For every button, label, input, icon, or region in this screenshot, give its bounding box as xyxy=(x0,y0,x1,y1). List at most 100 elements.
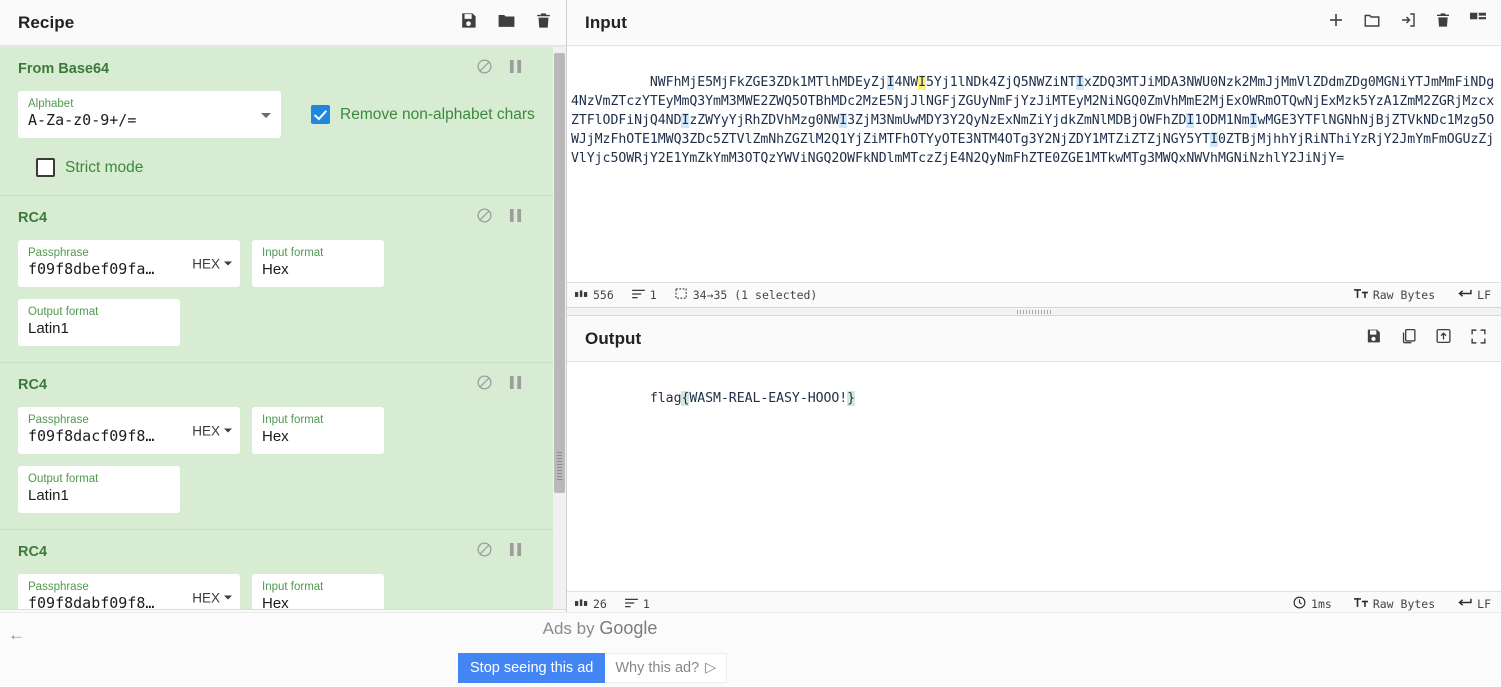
input-format-value: Hex xyxy=(262,261,289,278)
google-wordmark: Google xyxy=(599,618,658,638)
disable-operation-icon[interactable] xyxy=(476,207,493,229)
output-format-field[interactable]: Output format Latin1 xyxy=(18,466,180,513)
strict-mode-checkbox[interactable] xyxy=(36,158,55,177)
passphrase-field[interactable]: Passphrase f09f8dbef09fa… HEX xyxy=(18,240,240,287)
open-file-icon[interactable] xyxy=(1363,11,1381,34)
save-output-icon[interactable] xyxy=(1365,327,1382,350)
input-seg: 4NW xyxy=(894,75,919,91)
disable-operation-icon[interactable] xyxy=(476,58,493,80)
output-editor[interactable]: flag{WASM-REAL-EASY-HOOO!} xyxy=(567,362,1501,591)
lines-icon xyxy=(624,597,638,611)
input-format-value: Hex xyxy=(262,428,289,445)
passphrase-unit-dropdown[interactable]: HEX xyxy=(192,423,232,438)
splitter-grip xyxy=(1017,309,1051,314)
io-pane: Input NWFhMjE5MjFkZGE3ZDk1MTlhMDEyZjI4NW… xyxy=(567,0,1501,687)
add-input-tab-icon[interactable] xyxy=(1327,11,1345,34)
chevron-down-icon[interactable] xyxy=(261,112,271,118)
load-recipe-icon[interactable] xyxy=(496,11,517,35)
operation-arguments: Passphrase f09f8dabf09f8… HEX Input form… xyxy=(18,574,552,609)
operation-rc4-2[interactable]: RC4 Passphrase f09f8dacf09f8… HEX Input … xyxy=(0,363,566,530)
abc-icon xyxy=(575,597,588,611)
input-format-value: Hex xyxy=(262,595,289,609)
input-length-value: 556 xyxy=(593,288,614,302)
recipe-pane: Recipe From Base64 Alphabet A-Za-z0-9+/=… xyxy=(0,0,567,687)
input-text[interactable]: NWFhMjE5MjFkZGE3ZDk1MTlhMDEyZjI4NWI5Yj1l… xyxy=(571,54,1495,188)
alphabet-field[interactable]: Alphabet A-Za-z0-9+/= xyxy=(18,91,281,138)
operation-rc4-3[interactable]: RC4 Passphrase f09f8dabf09f8… HEX Input … xyxy=(0,530,566,609)
input-editor[interactable]: NWFhMjE5MjFkZGE3ZDk1MTlhMDEyZjI4NWI5Yj1l… xyxy=(567,46,1501,282)
output-format-label: Output format xyxy=(28,473,99,485)
disable-operation-icon[interactable] xyxy=(476,374,493,396)
input-encoding-value: Raw Bytes xyxy=(1372,288,1436,302)
open-folder-as-input-icon[interactable] xyxy=(1399,11,1417,34)
cyberchef-app: Recipe From Base64 Alphabet A-Za-z0-9+/=… xyxy=(0,0,1501,687)
output-text[interactable]: flag{WASM-REAL-EASY-HOOO!} xyxy=(571,370,1495,427)
why-this-ad-button[interactable]: Why this ad? ▷ xyxy=(605,653,728,683)
chevron-down-icon xyxy=(224,595,232,600)
maximise-output-icon[interactable] xyxy=(1470,328,1487,350)
lines-icon xyxy=(631,288,645,302)
recipe-scrollbar-grip[interactable] xyxy=(557,452,562,480)
input-seg-highlight: I xyxy=(1210,132,1218,148)
copy-output-icon[interactable] xyxy=(1400,327,1417,350)
breakpoint-operation-icon[interactable] xyxy=(509,375,522,395)
remove-non-alphabet-chars-checkbox[interactable] xyxy=(311,105,330,124)
input-section: Input NWFhMjE5MjFkZGE3ZDk1MTlhMDEyZjI4NW… xyxy=(567,0,1501,308)
input-format-field[interactable]: Input format Hex xyxy=(252,240,384,287)
passphrase-value: f09f8dbef09fa… xyxy=(28,260,155,278)
clock-icon xyxy=(1293,596,1306,612)
play-triangle-icon: ▷ xyxy=(705,660,717,676)
clear-input-icon[interactable] xyxy=(1435,11,1451,34)
ads-by-text: Ads by xyxy=(542,619,600,638)
passphrase-field[interactable]: Passphrase f09f8dabf09f8… HEX xyxy=(18,574,240,609)
save-recipe-icon[interactable] xyxy=(459,11,478,35)
input-header-icons xyxy=(1327,11,1487,34)
passphrase-unit-dropdown[interactable]: HEX xyxy=(192,590,232,605)
reset-pane-layout-icon[interactable] xyxy=(1469,12,1487,33)
recipe-header: Recipe xyxy=(0,0,566,46)
recipe-operations-list[interactable]: From Base64 Alphabet A-Za-z0-9+/= Remove… xyxy=(0,46,566,609)
output-format-label: Output format xyxy=(28,306,99,318)
passphrase-label: Passphrase xyxy=(28,581,89,593)
input-lines-value: 1 xyxy=(649,288,657,302)
breakpoint-operation-icon[interactable] xyxy=(509,208,522,228)
input-format-label: Input format xyxy=(262,247,324,259)
input-encoding-group[interactable]: Raw Bytes xyxy=(1353,288,1436,302)
output-header-icons xyxy=(1365,327,1487,350)
breakpoint-operation-icon[interactable] xyxy=(509,59,522,79)
io-splitter[interactable] xyxy=(567,308,1501,316)
recipe-scrollbar-thumb[interactable] xyxy=(554,53,565,493)
output-line-ending-value: LF xyxy=(1477,597,1491,611)
output-line-ending-group[interactable]: LF xyxy=(1457,597,1491,611)
alphabet-label: Alphabet xyxy=(28,98,74,110)
remove-non-alphabet-chars-row[interactable]: Remove non-alphabet chars xyxy=(311,91,535,138)
passphrase-field[interactable]: Passphrase f09f8dacf09f8… HEX xyxy=(18,407,240,454)
operation-arguments: Passphrase f09f8dacf09f8… HEX Input form… xyxy=(18,407,552,513)
input-line-ending-group[interactable]: LF xyxy=(1457,288,1491,302)
selection-icon xyxy=(675,287,688,303)
output-encoding-value: Raw Bytes xyxy=(1372,597,1436,611)
stop-seeing-this-ad-button[interactable]: Stop seeing this ad xyxy=(458,653,606,683)
passphrase-value: f09f8dabf09f8… xyxy=(28,594,155,609)
input-header: Input xyxy=(567,0,1501,46)
operation-arguments: Passphrase f09f8dbef09fa… HEX Input form… xyxy=(18,240,552,346)
output-timing-value: 1ms xyxy=(1311,597,1332,611)
disable-operation-icon[interactable] xyxy=(476,541,493,563)
clear-recipe-icon[interactable] xyxy=(535,11,552,35)
recipe-scrollbar[interactable] xyxy=(553,47,566,609)
input-status-bar: 556 1 34→35 (1 selected) Raw Bytes LF xyxy=(567,282,1501,307)
output-encoding-group[interactable]: Raw Bytes xyxy=(1353,597,1436,611)
ad-banner: ← Ads by Google Stop seeing this ad Why … xyxy=(0,612,1501,687)
output-format-field[interactable]: Output format Latin1 xyxy=(18,299,180,346)
output-format-value: Latin1 xyxy=(28,487,69,504)
replace-input-with-output-icon[interactable] xyxy=(1435,327,1452,350)
strict-mode-row[interactable]: Strict mode xyxy=(36,158,552,177)
line-ending-icon xyxy=(1457,597,1472,611)
passphrase-unit-dropdown[interactable]: HEX xyxy=(192,256,232,271)
input-format-field[interactable]: Input format Hex xyxy=(252,574,384,609)
breakpoint-operation-icon[interactable] xyxy=(509,542,522,562)
input-seg-highlight: I xyxy=(839,113,848,129)
input-format-field[interactable]: Input format Hex xyxy=(252,407,384,454)
operation-rc4-1[interactable]: RC4 Passphrase f09f8dbef09fa… HEX Input … xyxy=(0,196,566,363)
operation-from-base64[interactable]: From Base64 Alphabet A-Za-z0-9+/= Remove… xyxy=(0,47,566,196)
